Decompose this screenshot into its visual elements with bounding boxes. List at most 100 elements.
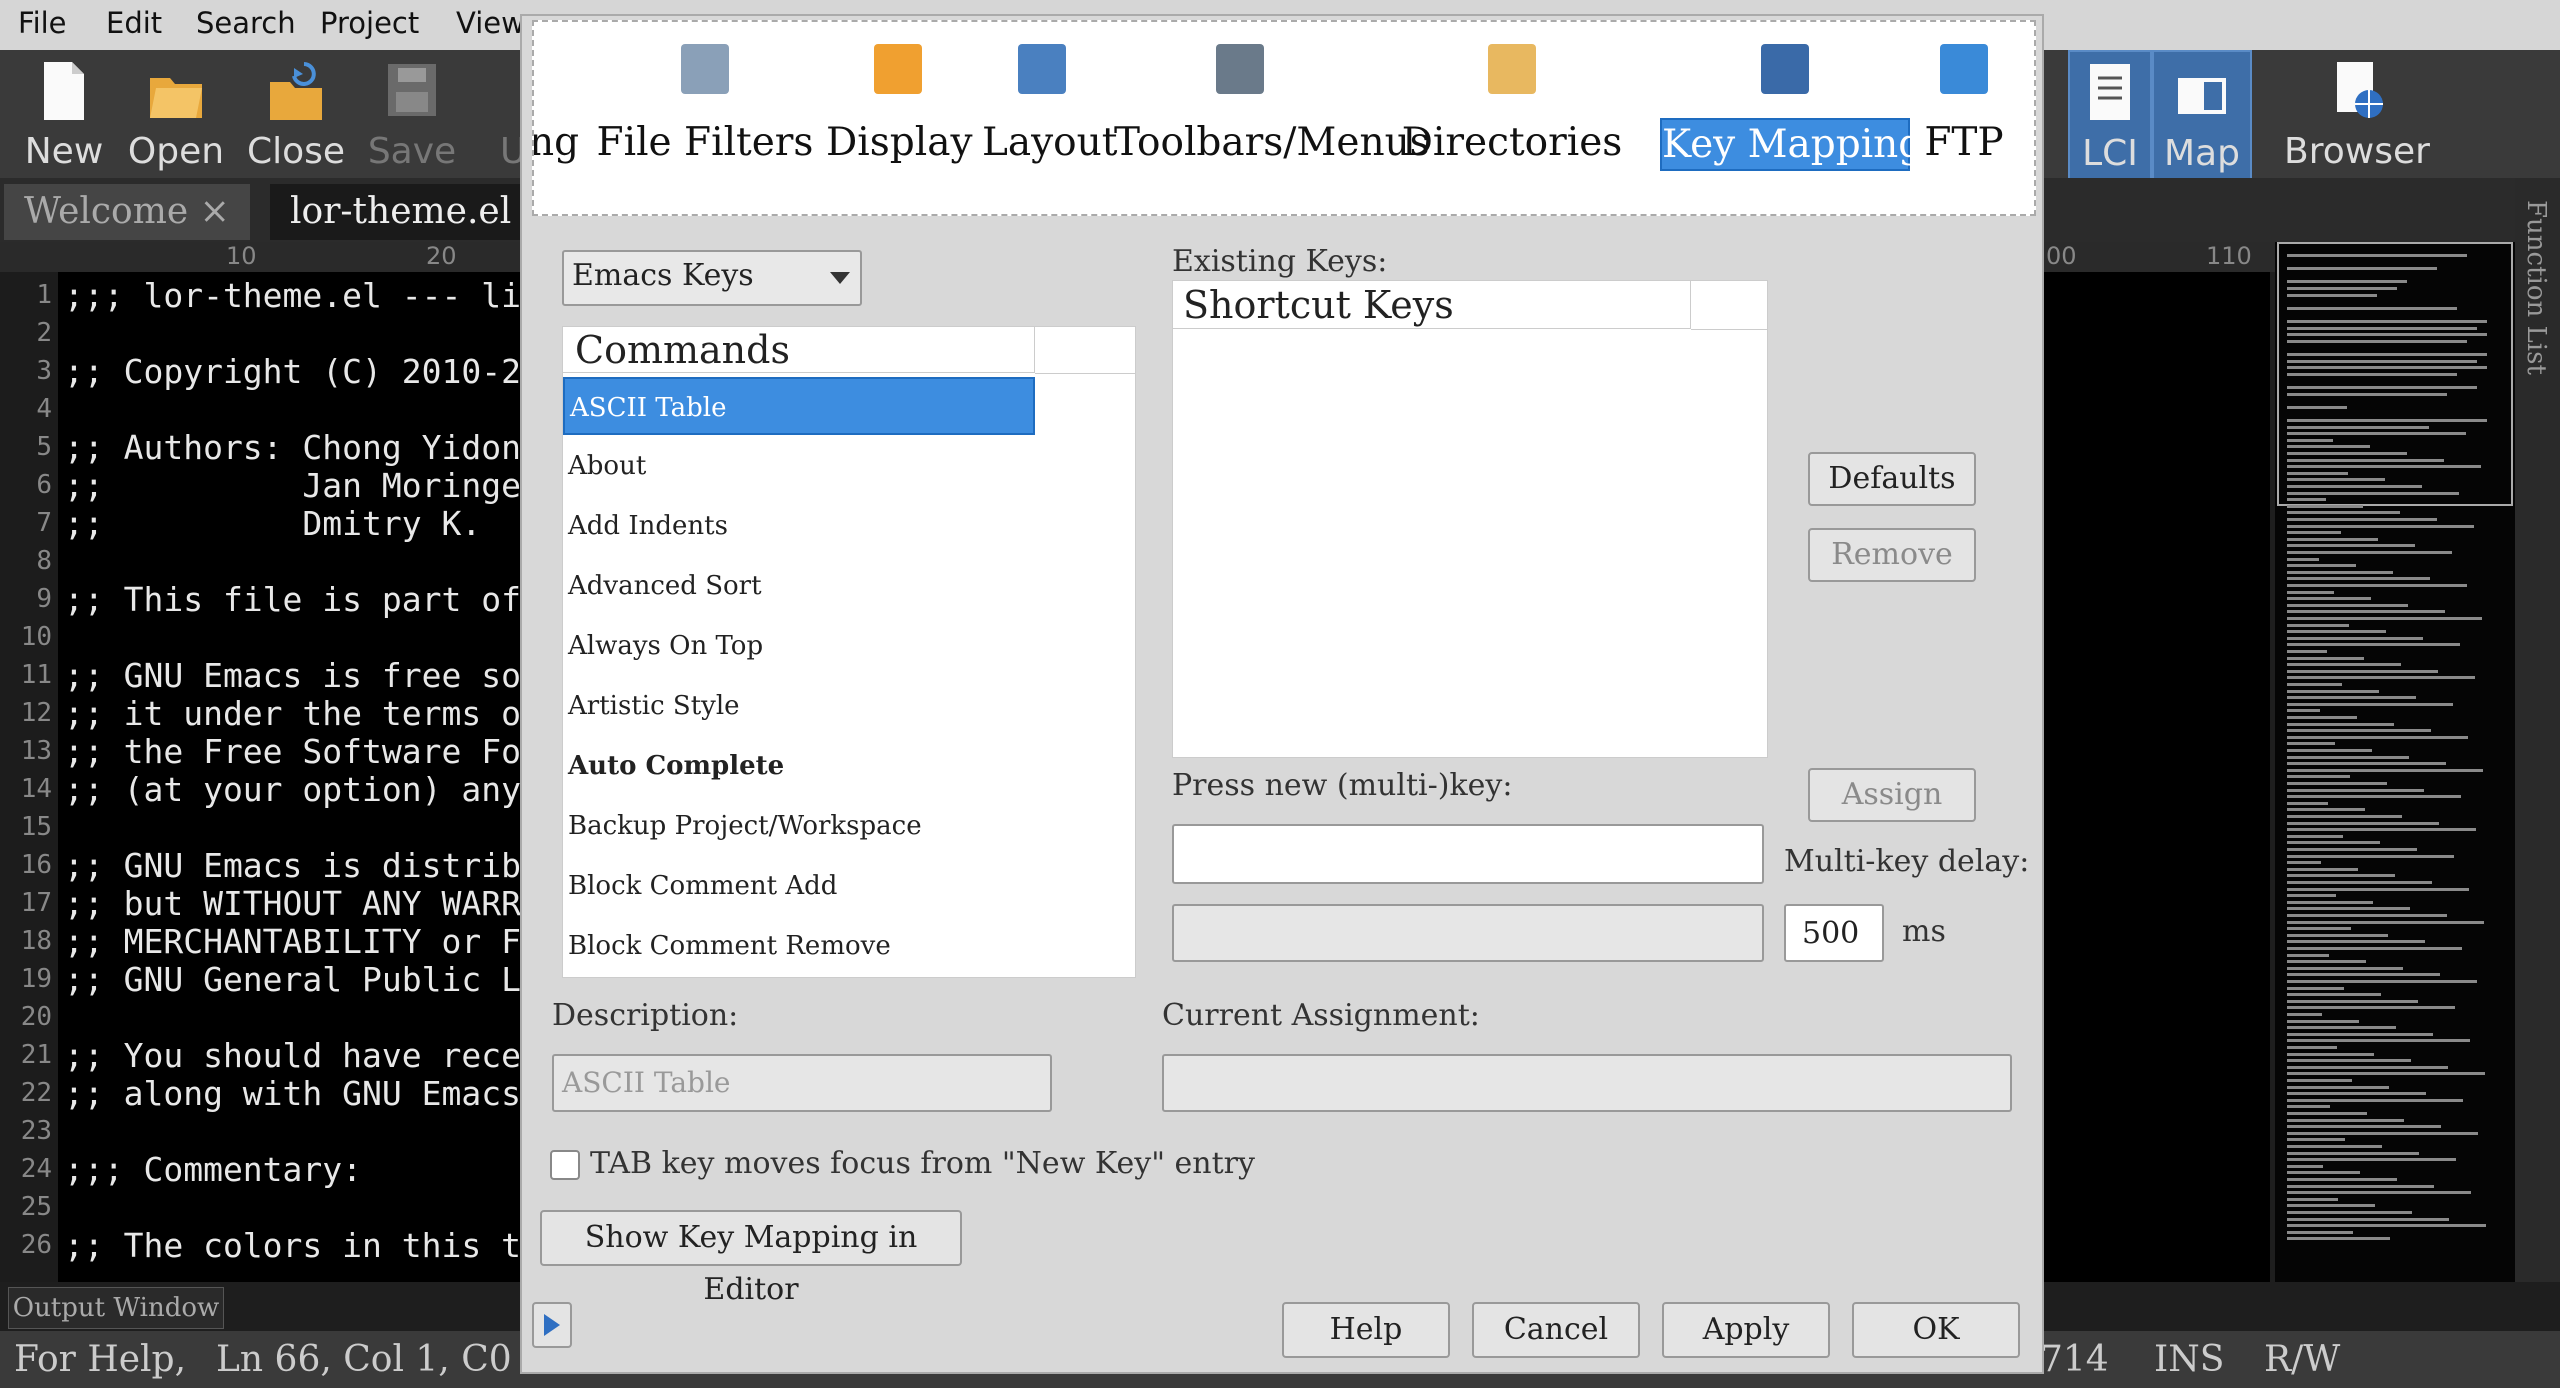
keyboard-keys-icon [1761,44,1809,94]
save-disk-icon [388,64,436,116]
minimap-line [2287,828,2476,832]
map-button[interactable]: Map [2152,50,2252,182]
minimap-line [2287,1145,2382,1148]
minimap-line [2287,425,2429,429]
command-row[interactable]: Block Comment Remove [563,917,1035,975]
minimap-line [2287,1178,2397,1181]
category-file-filters[interactable]: File Filters [594,22,816,210]
defaults-button[interactable]: Defaults [1808,452,1976,506]
browser-globe-icon [2337,62,2383,118]
command-row[interactable]: Auto Complete [563,737,1035,795]
status-rw[interactable]: R/W [2264,1339,2340,1380]
minimap-line [2287,386,2477,389]
close-icon[interactable]: × [200,191,230,232]
line-number: 10 [20,622,52,652]
category-key-mapping[interactable]: Key Mapping [1660,22,1923,210]
code-line: ;; You should have rece [64,1036,521,1075]
output-window-tab[interactable]: Output Window [8,1287,224,1329]
function-list-panel[interactable]: Function List [2515,178,2560,1282]
code-line: ;; Jan Moringe [64,466,521,505]
multikey-delay-input[interactable]: 500 [1784,904,1884,962]
status-ins[interactable]: INS [2154,1339,2224,1380]
minimap-line [2287,267,2437,271]
minimap[interactable] [2275,242,2515,1282]
command-row[interactable]: ASCII Table [563,377,1035,435]
menu-project[interactable]: Project [320,6,419,40]
code-line: ;; GNU General Public L [64,960,521,999]
show-key-mapping-button[interactable]: Show Key Mapping in Editor [540,1210,962,1307]
category-ftp[interactable]: FTP [1912,22,2016,210]
close-button[interactable]: Close [240,50,352,178]
category-e[interactable]: E [2028,22,2035,210]
minimap-line [2287,788,2424,792]
minimap-line [2287,914,2447,917]
category-directories[interactable]: Directories [1378,22,1646,210]
category-label: FTP [1924,120,2004,165]
line-number: 9 [36,584,52,614]
category-layout[interactable]: Layout [982,22,1117,210]
description-label: Description: [552,998,739,1033]
expand-button[interactable] [532,1302,572,1348]
ruler-mark: 10 [226,242,257,270]
minimap-line [2287,491,2459,495]
open-button[interactable]: Open [120,50,232,178]
category-ng[interactable]: ng [534,22,584,210]
command-row[interactable]: Block Comment Add [563,857,1035,915]
lci-button[interactable]: LCI [2068,50,2152,182]
browser-button[interactable]: Browser [2270,50,2444,178]
minimap-line [2287,815,2402,818]
command-row[interactable]: About [563,437,1035,495]
commands-header[interactable]: Commands [563,327,1035,373]
minimap-line [2287,1224,2486,1228]
category-toolbars-menus[interactable]: Toolbars/Menus [1114,22,1430,210]
command-row[interactable]: Add Indents [563,497,1035,555]
tab-focus-checkbox[interactable] [550,1150,580,1180]
new-button[interactable]: New [10,50,118,178]
command-row[interactable]: Advanced Sort [563,557,1035,615]
line-number: 12 [20,698,52,728]
partial-toolbar-button[interactable]: U [500,50,520,178]
minimap-line [2287,557,2319,561]
code-line: ;; but WITHOUT ANY WARR [64,884,521,923]
minimap-line [2287,874,2395,878]
commands-list[interactable]: Commands ASCII Table About Add Indents Adva… [562,326,1136,978]
minimap-line [2287,630,2386,634]
minimap-line [2287,775,2350,779]
command-row[interactable]: Always On Top [563,617,1035,675]
command-row[interactable]: Backup Project/Workspace [563,797,1035,855]
minimap-line [2287,458,2444,462]
new-key-input[interactable] [1172,824,1764,884]
tab-welcome[interactable]: Welcome × [4,184,250,240]
line-number-gutter: 1 2 3 4 5 6 7 8 9 10 11 12 13 14 15 16 17 18 19 20 21 22 23 24 2… [0,272,58,1282]
minimap-line [2287,986,2344,990]
assign-button[interactable]: Assign [1808,768,1976,822]
tab-lor-theme[interactable]: lor-theme.el [270,184,532,240]
minimap-line [2287,749,2372,752]
code-line: ;; Authors: Chong Yidon [64,428,521,467]
menu-search[interactable]: Search [196,6,296,40]
menu-edit[interactable]: Edit [106,6,162,40]
line-number: 14 [20,774,52,804]
shortcut-keys-header[interactable]: Shortcut Keys [1173,281,1691,329]
remove-button[interactable]: Remove [1808,528,1976,582]
category-display[interactable]: Display [826,22,972,210]
ok-button[interactable]: OK [1852,1302,2020,1358]
menu-view[interactable]: View [456,6,525,40]
menu-file[interactable]: File [18,6,67,40]
apply-button[interactable]: Apply [1662,1302,1830,1358]
save-button[interactable]: Save [360,50,464,178]
minimap-line [2287,656,2364,660]
new-key-secondary-input[interactable] [1172,904,1764,962]
keyset-dropdown[interactable]: Emacs Keys [562,250,862,306]
lci-document-icon [2090,64,2130,120]
minimap-line [2287,306,2457,310]
minimap-line [2287,584,2467,587]
cancel-button[interactable]: Cancel [1472,1302,1640,1358]
existing-keys-list[interactable]: Shortcut Keys [1172,280,1768,758]
minimap-line [2287,1032,2433,1036]
minimap-line [2287,445,2370,449]
minimap-line [2287,1197,2338,1201]
help-button[interactable]: Help [1282,1302,1450,1358]
command-row[interactable]: Artistic Style [563,677,1035,735]
description-field: ASCII Table [552,1054,1052,1112]
